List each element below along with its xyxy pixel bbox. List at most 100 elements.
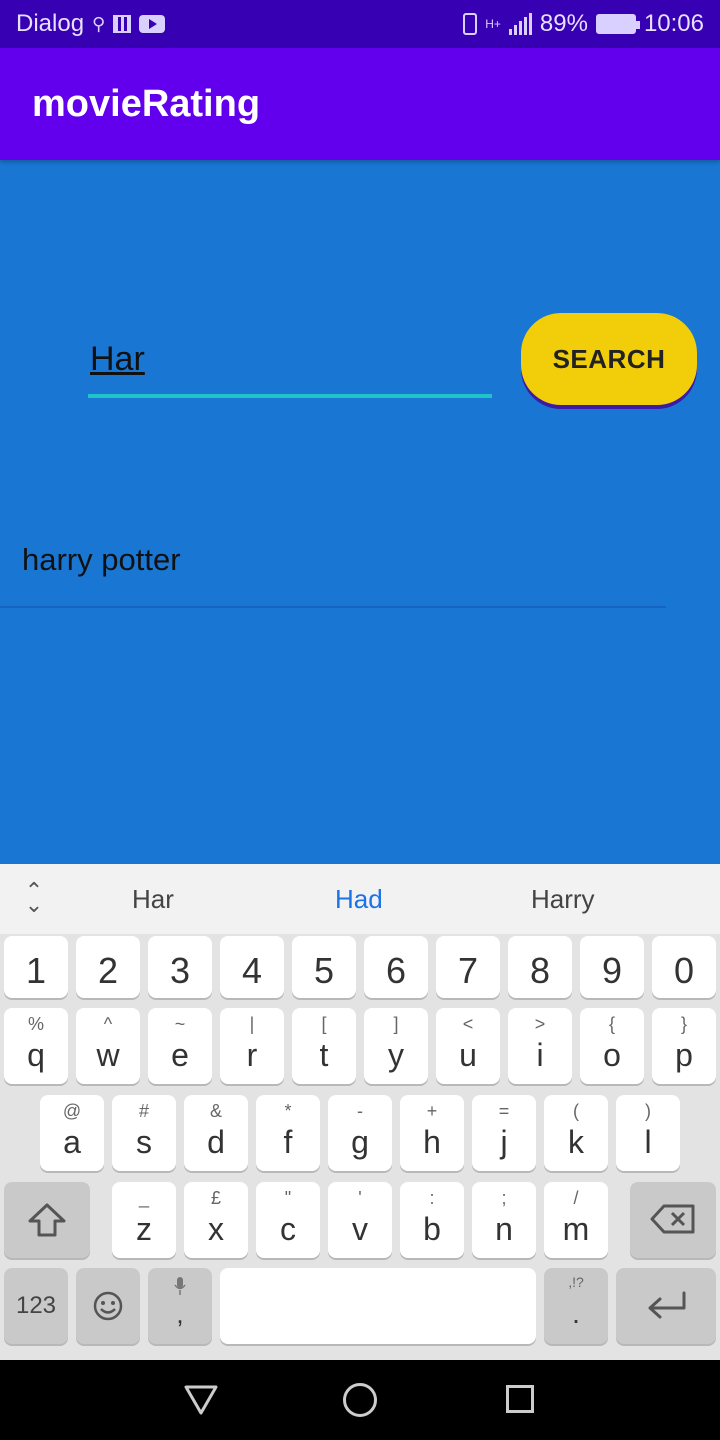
key-label: x [208,1211,224,1247]
key-f[interactable]: * f [256,1095,320,1171]
key-o[interactable]: {o [580,1008,644,1084]
key-x[interactable]: £ x [184,1182,248,1258]
key-alt-label: ( [573,1101,579,1121]
period-key[interactable]: ,!? . [544,1268,608,1344]
back-icon[interactable] [184,1384,218,1416]
key-label: i [536,1037,544,1073]
key-label: s [136,1124,152,1160]
suggestion-3[interactable]: Harry [531,884,595,915]
key-y[interactable]: ] y [364,1008,428,1084]
mic-icon [174,1277,186,1295]
key-2[interactable]: 2 [76,936,140,998]
key-label: b [423,1211,441,1247]
space-key[interactable] [220,1268,536,1344]
key-w[interactable]: ^ w [76,1008,140,1084]
key-alt-label: ; [501,1188,507,1208]
key-label: 9 [601,950,623,991]
key-alt-label: £ [210,1188,221,1208]
key-q[interactable]: % q [4,1008,68,1084]
key-label: p [675,1037,693,1073]
key-9[interactable]: 9 [580,936,644,998]
key-k[interactable]: (k [544,1095,608,1171]
key-label: 5 [313,950,335,991]
key-alt-label: ,!? [568,1274,584,1290]
status-bar: Dialog ⚲ H+ 89% 10:06 [0,0,720,48]
app-title: movieRating [32,82,261,125]
key-label: u [459,1037,477,1073]
key-label: y [388,1037,404,1073]
navigation-bar [0,1360,720,1440]
key-alt-label: { [608,1014,615,1034]
home-icon[interactable] [343,1383,377,1417]
enter-key[interactable] [616,1268,716,1344]
key-label: q [27,1037,45,1073]
key-label: 6 [385,950,407,991]
key-label: . [572,1298,580,1329]
numbers-key[interactable]: 123 [4,1268,68,1344]
key-alt-label: ^ [103,1014,113,1034]
backspace-key[interactable] [630,1182,716,1258]
key-d[interactable]: & d [184,1095,248,1171]
key-alt-label: @ [62,1101,82,1121]
shift-key[interactable] [4,1182,90,1258]
key-c[interactable]: " c [256,1182,320,1258]
key-t[interactable]: [t [292,1008,356,1084]
app-bar: movieRating [0,48,720,160]
key-alt-label: " [284,1188,292,1208]
key-alt-label: % [27,1014,44,1034]
key-j[interactable]: = j [472,1095,536,1171]
key-3[interactable]: 3 [148,936,212,998]
key-label: a [63,1124,81,1160]
key-a[interactable]: @ a [40,1095,104,1171]
emoji-key[interactable] [76,1268,140,1344]
key-alt-label: / [573,1188,579,1208]
key-e[interactable]: ~ e [148,1008,212,1084]
key-label: g [351,1124,369,1160]
expand-icon[interactable]: ⌃ ⌄ [20,880,48,916]
key-p[interactable]: } p [652,1008,716,1084]
key-4[interactable]: 4 [220,936,284,998]
key-alt-label: _ [138,1188,149,1208]
key-l[interactable]: ) l [616,1095,680,1171]
key-m[interactable]: / m [544,1182,608,1258]
key-s[interactable]: # s [112,1095,176,1171]
key-8[interactable]: 8 [508,936,572,998]
youtube-icon [139,15,166,33]
usb-icon: ⚲ [92,13,106,34]
search-input[interactable]: Har [88,340,492,398]
key-7[interactable]: 7 [436,936,500,998]
key-n[interactable]: ; n [472,1182,536,1258]
key-alt-label: > [534,1014,546,1034]
key-i[interactable]: > i [508,1008,572,1084]
key-1[interactable]: 1 [4,936,68,998]
key-alt-label: * [284,1101,292,1121]
network-type: H+ [485,17,501,31]
key-label: f [283,1124,293,1160]
list-item[interactable]: harry potter [0,514,666,608]
search-button[interactable]: SEARCH [521,313,697,405]
key-label: v [352,1211,368,1247]
key-label: l [644,1124,652,1160]
key-b[interactable]: :b [400,1182,464,1258]
suggestion-1[interactable]: Har [132,884,174,915]
recent-apps-icon[interactable] [506,1385,534,1413]
key-label: j [500,1124,508,1160]
key-alt-label: + [426,1101,438,1121]
key-u[interactable]: < u [436,1008,500,1084]
suggestion-2[interactable]: Had [335,884,383,915]
key-alt-label: < [462,1014,474,1034]
key-r[interactable]: | r [220,1008,284,1084]
comma-key[interactable]: , [148,1268,212,1344]
key-0[interactable]: 0 [652,936,716,998]
key-g[interactable]: -g [328,1095,392,1171]
key-6[interactable]: 6 [364,936,428,998]
key-alt-label: : [429,1188,435,1208]
key-label: r [246,1037,258,1073]
key-alt-label: ' [358,1188,362,1208]
battery-icon [595,14,640,34]
key-label: m [562,1211,590,1247]
key-z[interactable]: _ z [112,1182,176,1258]
key-5[interactable]: 5 [292,936,356,998]
key-h[interactable]: + h [400,1095,464,1171]
key-v[interactable]: ' v [328,1182,392,1258]
